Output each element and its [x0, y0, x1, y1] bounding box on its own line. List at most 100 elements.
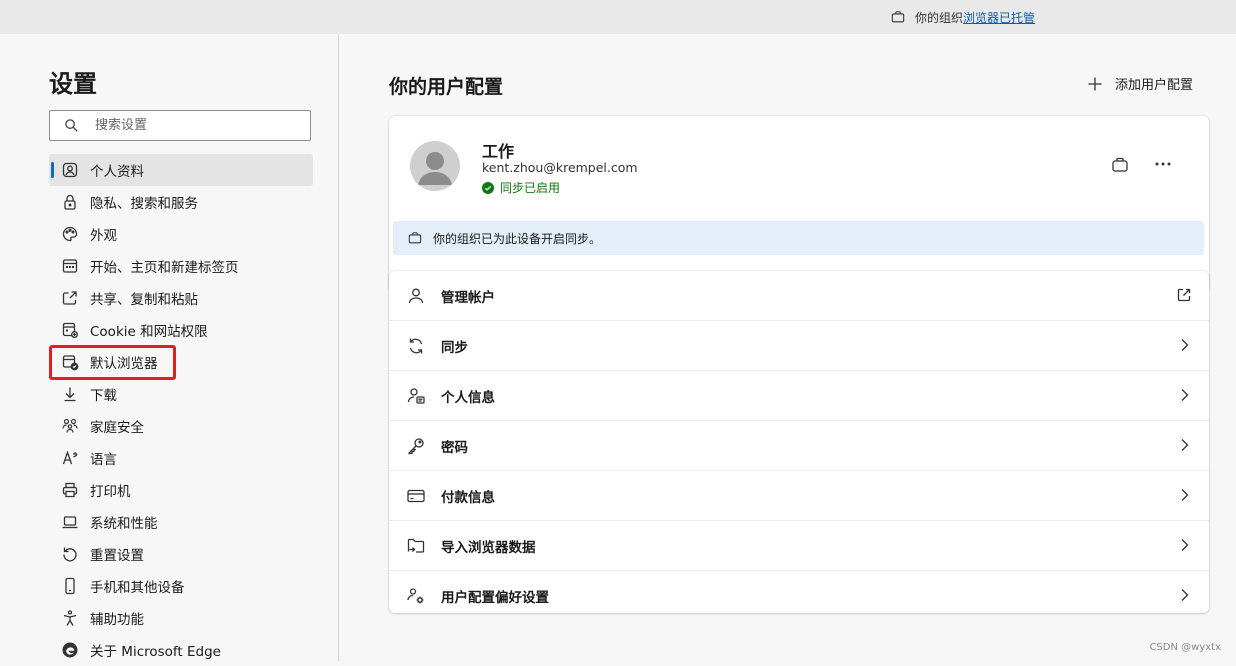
row-import-data[interactable]: 导入浏览器数据	[389, 521, 1209, 571]
check-circle-icon	[482, 181, 494, 194]
nav-item-label: 关于 Microsoft Edge	[90, 644, 221, 660]
palette-icon	[62, 226, 78, 242]
nav-item-label: 辅助功能	[90, 612, 144, 628]
external-link-icon	[1177, 288, 1191, 302]
main-content: 你的用户配置 添加用户配置 工作 kent.zhou@krempel.com 同…	[339, 34, 1236, 661]
chevron-right-icon	[1181, 489, 1189, 501]
managed-notice: 你的组织 浏览器已托管	[891, 8, 1035, 26]
nav-item-label: 系统和性能	[90, 516, 158, 532]
row-label: 付款信息	[441, 489, 495, 506]
family-icon	[62, 418, 78, 433]
site-permissions-icon	[62, 322, 78, 338]
lock-icon	[64, 194, 76, 210]
nav-item-system[interactable]: 系统和性能	[49, 506, 313, 538]
nav-item-label: 外观	[90, 228, 117, 244]
add-profile-button[interactable]: 添加用户配置	[1087, 74, 1193, 93]
profile-email: kent.zhou@krempel.com	[482, 160, 638, 175]
nav-item-default-browser[interactable]: 默认浏览器	[49, 345, 313, 380]
laptop-icon	[62, 516, 78, 529]
nav-item-profiles[interactable]: 个人资料	[49, 154, 313, 186]
sync-icon	[409, 338, 423, 353]
nav-item-label: 个人资料	[90, 164, 144, 180]
personal-info-icon	[407, 387, 425, 404]
sync-status: 同步已启用	[482, 179, 560, 196]
chevron-right-icon	[1181, 339, 1189, 351]
nav-item-accessibility[interactable]: 辅助功能	[49, 602, 313, 634]
row-profile-preferences[interactable]: 用户配置偏好设置	[389, 571, 1209, 620]
nav-item-languages[interactable]: 语言	[49, 442, 313, 474]
search-input[interactable]	[93, 117, 297, 134]
nav-item-label: Cookie 和网站权限	[90, 324, 208, 340]
row-personal-info[interactable]: 个人信息	[389, 371, 1209, 421]
nav-item-label: 共享、复制和粘贴	[90, 292, 198, 308]
row-sync[interactable]: 同步	[389, 321, 1209, 371]
row-label: 导入浏览器数据	[441, 539, 536, 556]
briefcase-icon[interactable]	[1111, 156, 1129, 174]
avatar	[410, 141, 460, 191]
nav-item-about[interactable]: 关于 Microsoft Edge	[49, 634, 313, 666]
row-label: 管理帐户	[441, 289, 495, 306]
profile-settings-icon	[407, 587, 424, 603]
nav-item-downloads[interactable]: 下载	[49, 378, 313, 410]
profile-name: 工作	[482, 142, 515, 161]
chevron-right-icon	[1181, 589, 1189, 601]
row-label: 密码	[441, 439, 468, 456]
nav-item-share-copy[interactable]: 共享、复制和粘贴	[49, 282, 313, 314]
briefcase-icon	[408, 232, 422, 244]
top-bar: 你的组织 浏览器已托管	[0, 0, 1236, 34]
sync-notice-text: 你的组织已为此设备开启同步。	[433, 231, 602, 246]
printer-icon	[62, 482, 78, 498]
nav-item-label: 家庭安全	[90, 420, 144, 436]
nav-item-privacy[interactable]: 隐私、搜索和服务	[49, 186, 313, 218]
nav-item-label: 打印机	[90, 484, 131, 500]
briefcase-icon	[891, 11, 905, 23]
language-icon	[62, 450, 78, 465]
managed-prefix: 你的组织	[915, 10, 964, 25]
add-profile-label: 添加用户配置	[1115, 78, 1194, 93]
settings-title: 设置	[49, 70, 97, 98]
row-passwords[interactable]: 密码	[389, 421, 1209, 471]
plus-icon	[1088, 77, 1102, 90]
page-title: 你的用户配置	[389, 76, 504, 98]
phone-icon	[65, 577, 75, 595]
edge-logo-icon	[62, 642, 78, 658]
key-icon	[408, 437, 424, 454]
chevron-right-icon	[1181, 539, 1189, 551]
profile-card: 工作 kent.zhou@krempel.com 同步已启用 你的组织已为此设备…	[389, 116, 1209, 292]
nav-item-family[interactable]: 家庭安全	[49, 410, 313, 442]
settings-nav: 个人资料 隐私、搜索和服务 外观 开始、主页和新建标签页 共享、复制和粘贴 Co…	[49, 154, 313, 666]
nav-item-appearance[interactable]: 外观	[49, 218, 313, 250]
nav-item-start-home[interactable]: 开始、主页和新建标签页	[49, 250, 313, 282]
share-icon	[62, 291, 77, 305]
nav-item-label: 语言	[90, 452, 117, 468]
default-browser-icon	[62, 355, 79, 371]
nav-item-printers[interactable]: 打印机	[49, 474, 313, 506]
nav-item-label: 默认浏览器	[90, 356, 158, 372]
reset-icon	[63, 547, 77, 562]
chevron-right-icon	[1181, 389, 1189, 401]
nav-item-label: 隐私、搜索和服务	[90, 196, 198, 212]
home-grid-icon	[62, 259, 78, 273]
card-icon	[407, 489, 425, 502]
nav-item-phone[interactable]: 手机和其他设备	[49, 570, 313, 602]
nav-item-label: 下载	[90, 388, 117, 404]
accessibility-icon	[63, 610, 77, 626]
nav-item-reset[interactable]: 重置设置	[49, 538, 313, 570]
row-manage-account[interactable]: 管理帐户	[389, 271, 1209, 321]
chevron-right-icon	[1181, 439, 1189, 451]
profile-icon	[62, 162, 78, 178]
nav-item-cookies[interactable]: Cookie 和网站权限	[49, 314, 313, 346]
search-box[interactable]	[49, 110, 311, 141]
row-label: 用户配置偏好设置	[441, 589, 549, 606]
nav-item-label: 开始、主页和新建标签页	[90, 260, 239, 276]
sidebar: 设置 个人资料 隐私、搜索和服务 外观 开始、主页和新建标签页 共享、复制和粘贴	[0, 34, 339, 661]
row-label: 个人信息	[441, 389, 495, 406]
more-options-icon[interactable]	[1153, 155, 1173, 173]
row-payment-info[interactable]: 付款信息	[389, 471, 1209, 521]
row-label: 同步	[441, 339, 468, 356]
nav-item-label: 重置设置	[90, 548, 144, 564]
sync-status-text: 同步已启用	[500, 181, 561, 195]
person-icon	[408, 288, 424, 303]
download-icon	[64, 387, 76, 402]
managed-link[interactable]: 浏览器已托管	[963, 9, 1035, 26]
